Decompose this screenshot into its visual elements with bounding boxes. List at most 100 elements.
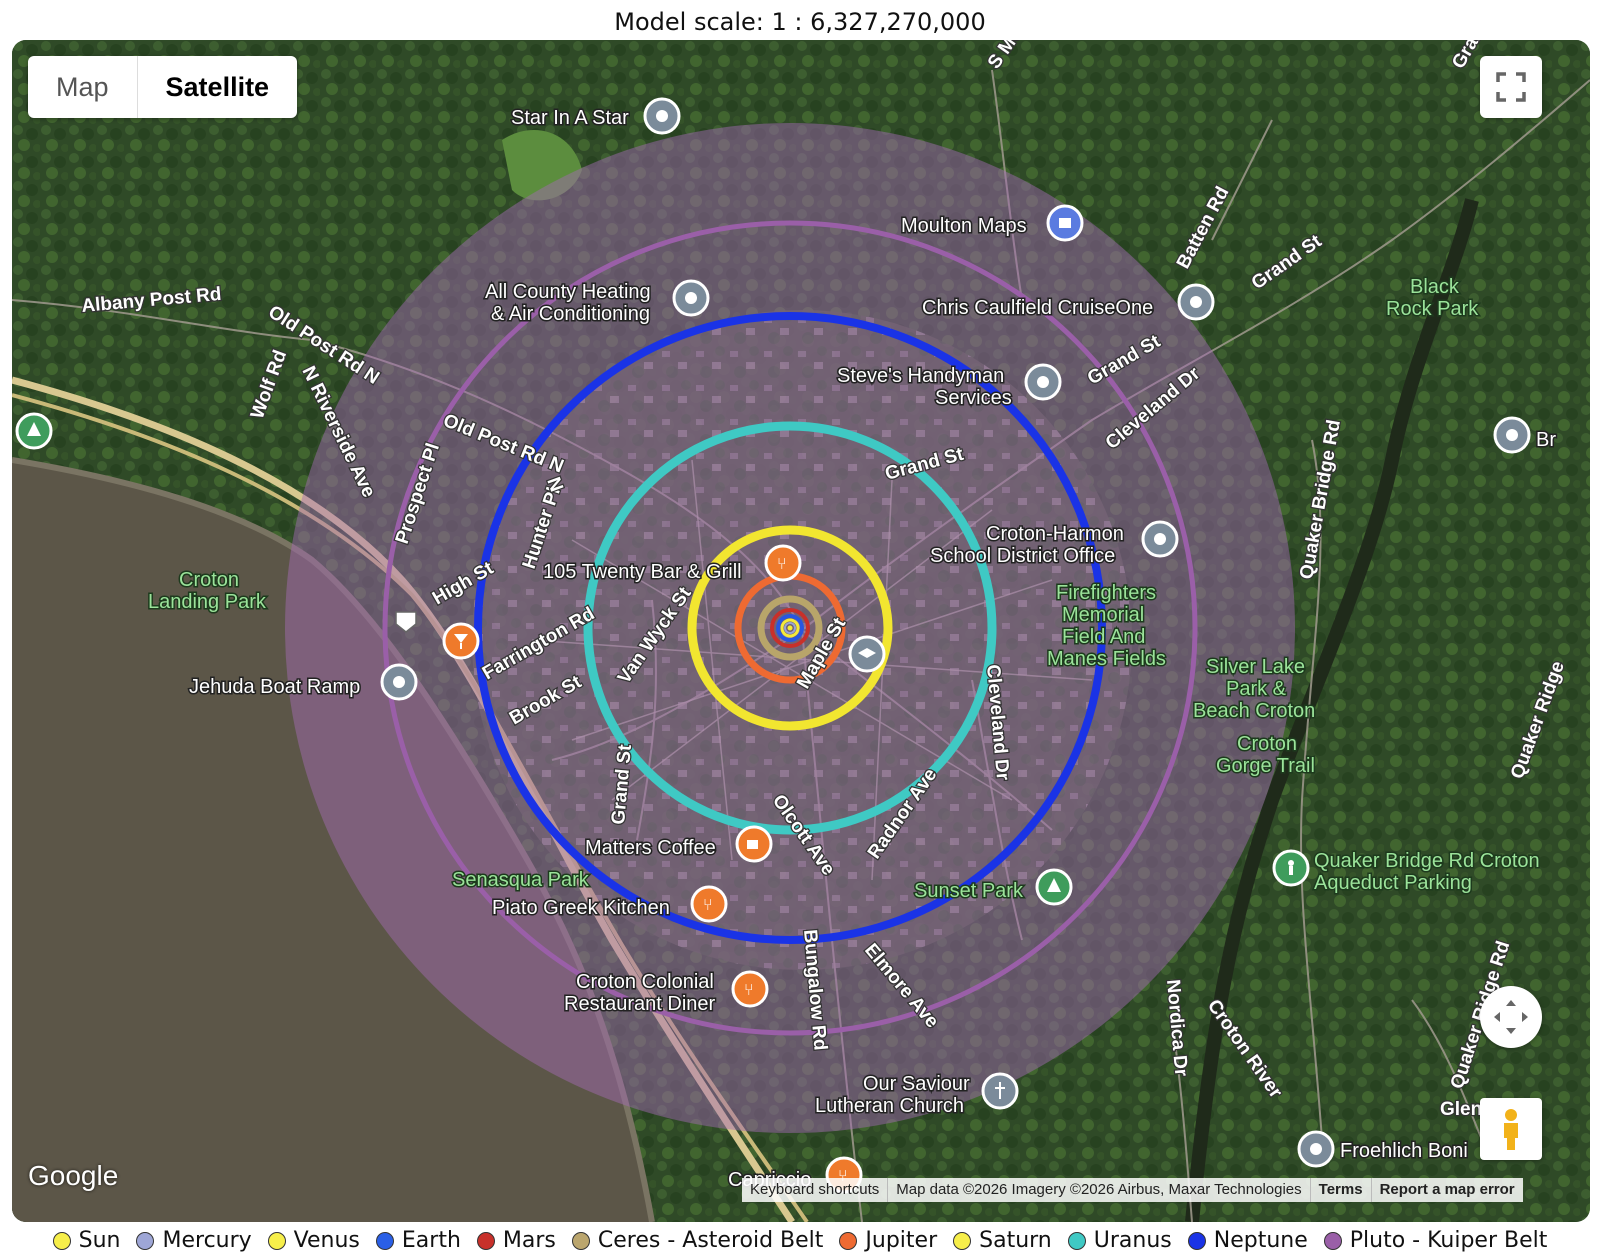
satellite-imagery[interactable]: Albany Post Rd Old Post Rd N Old Post Rd… — [12, 40, 1590, 1222]
tree-icon — [15, 412, 53, 450]
place-label: Memorial — [1062, 604, 1144, 626]
place-label: Aqueduct Parking — [1314, 872, 1472, 894]
place-label: Lutheran Church — [815, 1095, 964, 1117]
pin-icon — [643, 97, 681, 135]
place-label: Croton-Harmon — [986, 523, 1124, 545]
place-label: All County Heating — [485, 281, 651, 303]
place-label: Croton — [1237, 733, 1297, 755]
legend: Sun Mercury Venus Earth Mars Ceres - Ast… — [0, 1222, 1600, 1259]
neptune-swatch — [1187, 1231, 1206, 1250]
legend-item-pluto: Pluto - Kuiper Belt — [1323, 1228, 1548, 1253]
place-label: Matters Coffee — [585, 837, 716, 859]
place-label: Firefighters — [1056, 582, 1156, 604]
pin-icon — [672, 279, 710, 317]
legend-item-mercury: Mercury — [136, 1228, 252, 1253]
earth-swatch — [375, 1231, 394, 1250]
legend-item-neptune: Neptune — [1187, 1228, 1308, 1253]
place-label: Landing Park — [148, 591, 267, 613]
place-label: Moulton Maps — [901, 215, 1027, 237]
place-label: Park & — [1226, 678, 1287, 700]
place-label: Restaurant Diner — [564, 993, 716, 1015]
place-label: Gorge Trail — [1216, 755, 1315, 777]
legend-label: Earth — [401, 1228, 461, 1253]
map-type-control: Map Satellite — [28, 56, 298, 118]
place-label: Jehuda Boat Ramp — [189, 676, 360, 698]
legend-item-mars: Mars — [476, 1228, 556, 1253]
church-icon — [981, 1072, 1019, 1110]
place-label: Manes Fields — [1047, 648, 1166, 670]
legend-label: Pluto - Kuiper Belt — [1349, 1228, 1548, 1253]
place-label: Rock Park — [1386, 298, 1479, 320]
pin-icon — [1024, 363, 1062, 401]
pin-icon — [1493, 416, 1531, 454]
legend-item-saturn: Saturn — [953, 1228, 1052, 1253]
legend-label: Saturn — [979, 1228, 1052, 1253]
place-label: Froehlich Boni — [1340, 1140, 1468, 1162]
place-label: Services — [935, 387, 1012, 409]
venus-swatch — [267, 1231, 286, 1250]
legend-label: Uranus — [1093, 1228, 1172, 1253]
pin-icon — [380, 663, 418, 701]
map-data-text: Map data ©2026 Imagery ©2026 Airbus, Max… — [887, 1178, 1309, 1202]
legend-label: Mercury — [162, 1228, 252, 1253]
place-label: Croton Colonial — [576, 971, 714, 993]
legend-item-venus: Venus — [267, 1228, 360, 1253]
legend-item-ceres: Ceres - Asteroid Belt — [571, 1228, 824, 1253]
move-arrows-icon — [1494, 1000, 1528, 1034]
place-label: Piato Greek Kitchen — [492, 897, 670, 919]
keyboard-shortcuts-link[interactable]: Keyboard shortcuts — [742, 1178, 887, 1202]
legend-label: Mars — [502, 1228, 556, 1253]
google-logo: Google — [28, 1160, 119, 1191]
place-label: Br — [1536, 429, 1556, 451]
pluto-swatch — [1323, 1231, 1342, 1250]
jupiter-swatch — [839, 1231, 858, 1250]
map-type-map-button[interactable]: Map — [28, 56, 138, 118]
place-label: Black — [1410, 276, 1460, 298]
place-label: 105 Twenty Bar & Grill — [543, 561, 742, 583]
restaurant-icon: ⑂ — [690, 885, 728, 923]
place-label: Our Saviour — [863, 1073, 970, 1095]
legend-item-uranus: Uranus — [1067, 1228, 1172, 1253]
legend-label: Venus — [293, 1228, 360, 1253]
attribution-bar: Keyboard shortcuts Map data ©2026 Imager… — [742, 1178, 1523, 1202]
legend-label: Ceres - Asteroid Belt — [597, 1228, 824, 1253]
street-view-pegman-button[interactable] — [1480, 1098, 1542, 1160]
fullscreen-button[interactable] — [1480, 56, 1542, 118]
fullscreen-icon — [1496, 72, 1526, 102]
sun-dot — [787, 625, 793, 631]
saturn-swatch — [953, 1231, 972, 1250]
legend-item-jupiter: Jupiter — [839, 1228, 937, 1253]
place-label: Chris Caulfield CruiseOne — [922, 297, 1153, 319]
legend-item-sun: Sun — [52, 1228, 121, 1253]
report-map-error-link[interactable]: Report a map error — [1370, 1178, 1523, 1202]
legend-label: Jupiter — [865, 1228, 938, 1253]
mercury-swatch — [136, 1231, 155, 1250]
header: Model scale: 1 : 6,327,270,000 — [0, 0, 1600, 40]
model-scale: Model scale: 1 : 6,327,270,000 — [614, 8, 986, 36]
pegman-icon — [1504, 1109, 1518, 1150]
svg-text:⑂: ⑂ — [777, 554, 787, 573]
terms-link[interactable]: Terms — [1309, 1178, 1371, 1202]
ceres-swatch — [571, 1231, 590, 1250]
place-label: Field And — [1062, 626, 1145, 648]
map-type-satellite-button[interactable]: Satellite — [138, 56, 298, 118]
place-label: Quaker Bridge Rd Croton — [1314, 850, 1540, 872]
sun-swatch — [52, 1231, 71, 1250]
place-label: Silver Lake — [1206, 656, 1305, 678]
legend-item-earth: Earth — [375, 1228, 461, 1253]
legend-label: Neptune — [1213, 1228, 1308, 1253]
svg-text:⑂: ⑂ — [703, 895, 713, 914]
legend-label: Sun — [78, 1228, 121, 1253]
hiking-icon — [1272, 849, 1310, 887]
pin-icon — [1141, 520, 1179, 558]
place-label: Croton — [179, 569, 239, 591]
place-label: Senasqua Park — [452, 869, 590, 891]
camera-control-button[interactable] — [1480, 986, 1542, 1048]
place-label: Star In A Star — [511, 107, 629, 129]
map-canvas[interactable]: Albany Post Rd Old Post Rd N Old Post Rd… — [12, 40, 1590, 1222]
svg-text:⑂: ⑂ — [744, 980, 754, 999]
place-label: Sunset Park — [914, 880, 1024, 902]
place-label: Beach Croton — [1193, 700, 1315, 722]
restaurant-icon: ⑂ — [731, 970, 769, 1008]
graduation-icon — [848, 635, 886, 673]
